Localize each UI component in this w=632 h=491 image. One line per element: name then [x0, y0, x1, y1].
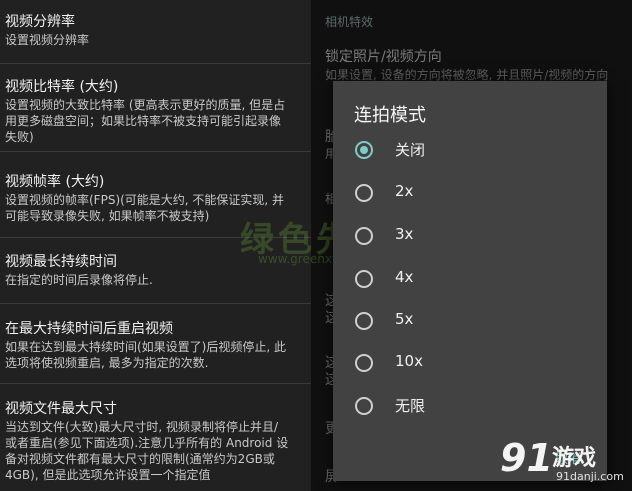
pref-summary-line: 如果在达到最大持续时间(如果设置了)后视频停止, 此: [5, 340, 286, 354]
option-label: 无限: [395, 397, 426, 415]
pref-video-max-filesize[interactable]: 视频文件最大尺寸 当达到文件(大致)最大尺寸时, 视频录制将停止并且/ 或者重启…: [0, 384, 311, 491]
pref-summary-line: 设置视频的帧率(FPS)(可能是大约, 不能保证实现, 并: [5, 193, 285, 207]
option-5x[interactable]: 5x: [351, 302, 591, 342]
pref-summary: 设置视频的大致比特率 (更高表示更好的质量, 但是占 用更多磁盘空间；如果比特率…: [5, 97, 307, 145]
pref-summary-line: 或者重启(参见下面选项).注意几乎所有的 Android 设: [5, 436, 289, 450]
dialog-title: 连拍模式: [354, 105, 426, 126]
option-label: 关闭: [395, 141, 426, 159]
radio-icon[interactable]: [355, 397, 373, 415]
logo-url: 91danji.com: [556, 470, 624, 483]
pref-summary-line: 备对视频文件都有最大尺寸的限制(通常约为2GB或: [5, 452, 275, 466]
logo-number: 91: [500, 436, 553, 480]
radio-icon[interactable]: [355, 312, 373, 330]
option-label: 5x: [395, 310, 414, 328]
pref-video-resolution[interactable]: 视频分辨率 设置视频分辨率: [0, 0, 311, 64]
pref-title: 视频帧率 (大约): [5, 174, 105, 190]
radio-icon[interactable]: [355, 270, 373, 288]
pref-summary-line: 当达到文件(大致)最大尺寸时, 视频录制将停止并且/: [5, 420, 279, 434]
pref-summary-line: 失败): [5, 130, 34, 144]
pref-summary: 如果在达到最大持续时间(如果设置了)后视频停止, 此 选项将使视频重启, 最多为…: [5, 339, 307, 371]
site-logo: 91 游戏 91danji.com: [500, 434, 628, 488]
option-unlimited[interactable]: 无限: [351, 387, 591, 427]
burst-mode-dialog: 连拍模式 关闭 2x 3x 4x 5x 10x 无限 取消: [333, 81, 607, 481]
pref-summary-line: 选项将使视频重启, 最多为指定的次数.: [5, 356, 209, 370]
pref-summary-line: 用更多磁盘空间；如果比特率不被支持可能引起录像: [5, 114, 282, 128]
pref-summary: 设置视频分辨率: [5, 33, 90, 47]
option-4x[interactable]: 4x: [351, 260, 591, 300]
option-off[interactable]: 关闭: [351, 131, 591, 171]
pref-summary-line: 4GB), 但是此选项允许设置一个指定值: [5, 468, 211, 482]
pref-restart-after-max-duration[interactable]: 在最大持续时间后重启视频 如果在达到最大持续时间(如果设置了)后视频停止, 此 …: [0, 304, 311, 384]
radio-selected-icon[interactable]: [355, 141, 373, 159]
option-label: 2x: [395, 182, 414, 200]
pref-title: 视频比特率 (大约): [5, 79, 119, 95]
option-label: 10x: [395, 352, 423, 370]
pref-summary-line: 设置视频的大致比特率 (更高表示更好的质量, 但是占: [5, 98, 286, 112]
option-10x[interactable]: 10x: [351, 344, 591, 384]
radio-icon[interactable]: [355, 184, 373, 202]
pref-lock-orientation-title[interactable]: 锁定照片/视频方向: [325, 46, 442, 66]
pref-title: 在最大持续时间后重启视频: [5, 321, 173, 337]
section-header-camera-effects: 相机特效: [325, 15, 374, 29]
pref-summary: 在指定的时间后录像将停止.: [5, 273, 153, 287]
pref-title: 视频文件最大尺寸: [5, 401, 117, 417]
logo-name: 游戏: [552, 446, 597, 471]
option-label: 3x: [395, 225, 414, 243]
pref-video-bitrate[interactable]: 视频比特率 (大约) 设置视频的大致比特率 (更高表示更好的质量, 但是占 用更…: [0, 64, 311, 152]
pref-title: 视频分辨率: [5, 14, 75, 30]
option-3x[interactable]: 3x: [351, 217, 591, 257]
radio-icon[interactable]: [355, 354, 373, 372]
pref-summary: 当达到文件(大致)最大尺寸时, 视频录制将停止并且/ 或者重启(参见下面选项).…: [5, 419, 307, 483]
radio-icon[interactable]: [355, 227, 373, 245]
option-label: 4x: [395, 268, 414, 286]
option-2x[interactable]: 2x: [351, 174, 591, 214]
